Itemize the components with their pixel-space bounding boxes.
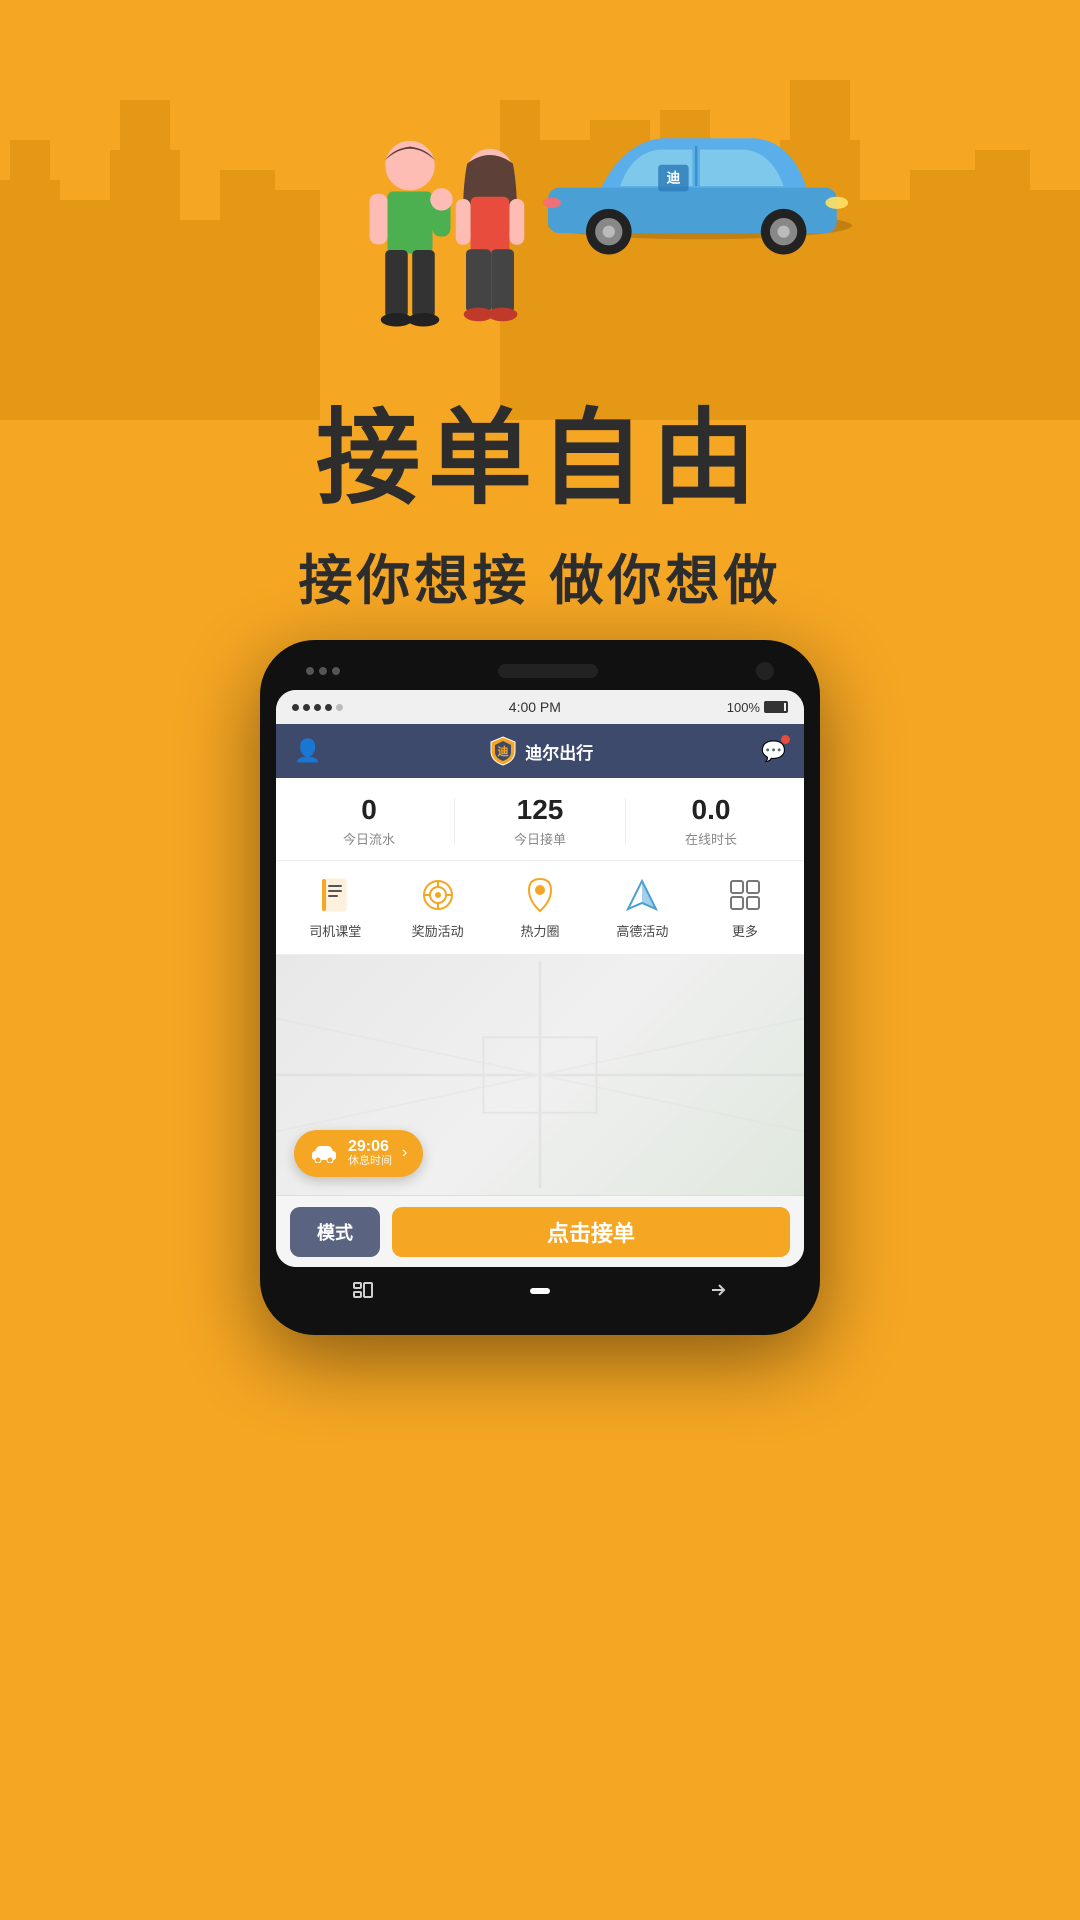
stat-time-label: 在线时长 — [626, 829, 796, 848]
app-logo: 迪 迪尔出行 — [489, 735, 593, 767]
menu-heatmap[interactable]: 热力圈 — [489, 875, 591, 940]
message-icon[interactable]: 💬 — [761, 739, 786, 764]
battery-percent: 100% — [727, 700, 760, 715]
hero-illustration: 迪 — [190, 30, 890, 410]
more-icon — [725, 875, 765, 915]
headline-section: 接单自由 接你想接 做你想做 — [0, 400, 1080, 615]
stat-revenue-value: 0 — [284, 794, 454, 826]
status-bar: 4:00 PM 100% — [276, 690, 804, 724]
map-area: 29:06 休息时间 › — [276, 955, 804, 1195]
break-car-icon — [310, 1143, 338, 1163]
menu-more[interactable]: 更多 — [694, 875, 796, 940]
phone-mockup: 4:00 PM 100% 👤 — [260, 640, 820, 1335]
headline-main: 接单自由 — [0, 400, 1080, 520]
shield-logo-icon: 迪 — [489, 735, 517, 767]
heatmap-label: 热力圈 — [521, 921, 560, 940]
gaode-label: 高德活动 — [616, 921, 668, 940]
accept-order-button[interactable]: 点击接单 — [392, 1207, 790, 1257]
stat-today-revenue: 0 今日流水 — [284, 794, 454, 848]
bottom-action-bar: 模式 点击接单 — [276, 1195, 804, 1267]
mode-button[interactable]: 模式 — [290, 1207, 380, 1257]
stat-time-value: 0.0 — [626, 794, 796, 826]
headline-sub: 接你想接 做你想做 — [0, 536, 1080, 615]
nav-back-icon[interactable] — [351, 1278, 375, 1308]
stat-today-orders: 125 今日接单 — [455, 794, 625, 848]
break-time-value: 29:06 — [348, 1139, 392, 1155]
nav-forward-icon[interactable] — [705, 1278, 729, 1308]
break-time-label: 休息时间 — [348, 1155, 392, 1168]
stats-row: 0 今日流水 125 今日接单 0.0 在线时长 — [276, 778, 804, 861]
menu-gaode[interactable]: 高德活动 — [591, 875, 693, 940]
nav-home-icon[interactable] — [526, 1284, 554, 1303]
heatmap-icon — [520, 875, 560, 915]
svg-text:迪: 迪 — [498, 744, 509, 758]
app-title: 迪尔出行 — [525, 739, 593, 764]
menu-driver-class[interactable]: 司机课堂 — [284, 875, 386, 940]
stat-orders-value: 125 — [455, 794, 625, 826]
app-header: 👤 迪 迪尔出行 💬 — [276, 724, 804, 778]
stat-online-time: 0.0 在线时长 — [626, 794, 796, 848]
message-badge-dot — [781, 735, 790, 744]
break-time-badge[interactable]: 29:06 休息时间 › — [294, 1130, 423, 1177]
menu-grid: 司机课堂 — [276, 861, 804, 955]
svg-text:迪: 迪 — [667, 169, 681, 185]
driver-class-icon — [315, 875, 355, 915]
break-arrow-icon: › — [402, 1144, 407, 1162]
gaode-icon — [622, 875, 662, 915]
menu-reward[interactable]: 奖励活动 — [386, 875, 488, 940]
stat-revenue-label: 今日流水 — [284, 829, 454, 848]
stat-orders-label: 今日接单 — [455, 829, 625, 848]
phone-bottom-nav — [276, 1267, 804, 1319]
driver-class-label: 司机课堂 — [309, 921, 361, 940]
reward-label: 奖励活动 — [412, 921, 464, 940]
status-time: 4:00 PM — [509, 699, 561, 715]
more-label: 更多 — [732, 921, 758, 940]
user-icon[interactable]: 👤 — [294, 738, 321, 764]
reward-icon — [418, 875, 458, 915]
